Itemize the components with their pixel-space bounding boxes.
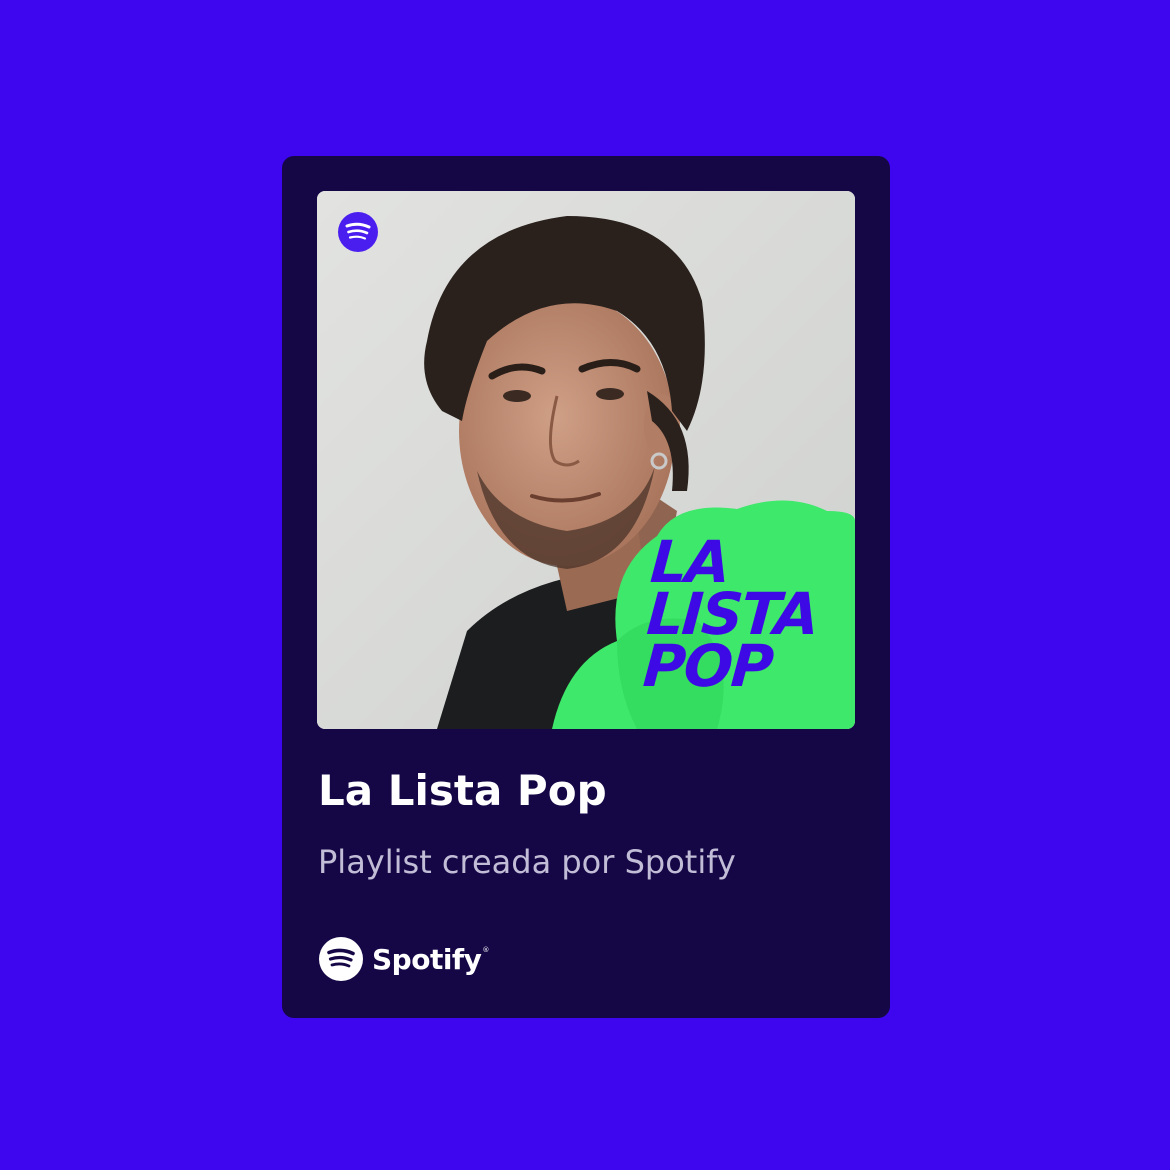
spotify-icon bbox=[319, 937, 363, 981]
brand-name: Spotify bbox=[372, 942, 482, 976]
spotify-icon bbox=[338, 212, 378, 252]
cover-title: LA LISTA POP bbox=[641, 528, 853, 700]
playlist-cover[interactable]: LA LISTA POP bbox=[317, 191, 855, 729]
registered-mark: ® bbox=[482, 946, 490, 954]
spotify-logo[interactable]: Spotify ® bbox=[318, 936, 489, 982]
playlist-card[interactable]: LA LISTA POP La Lista Pop Playlist cread… bbox=[282, 156, 890, 1018]
playlist-title[interactable]: La Lista Pop bbox=[318, 763, 607, 819]
playlist-subtitle: Playlist creada por Spotify bbox=[318, 843, 736, 881]
